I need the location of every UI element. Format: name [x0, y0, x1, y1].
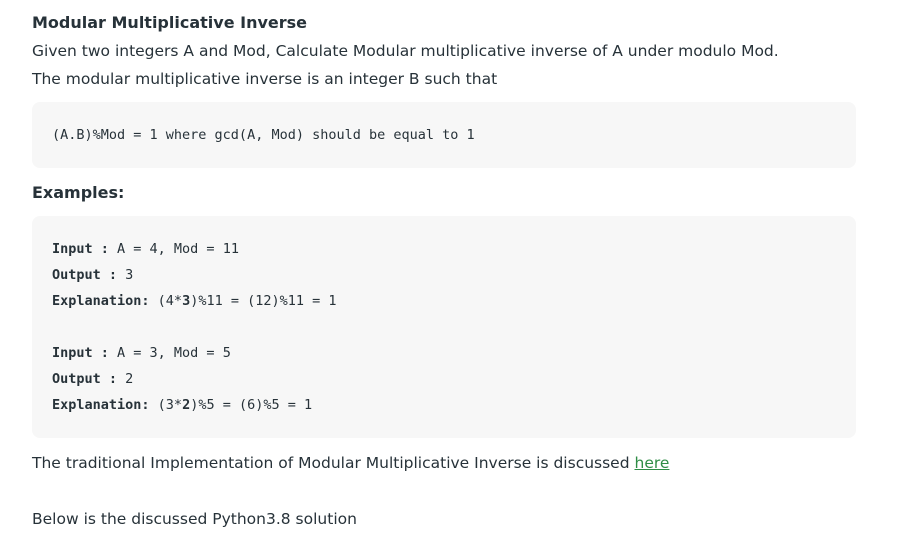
example-1-output: Output : 3: [52, 267, 134, 283]
input-value: A = 4, Mod = 11: [117, 241, 239, 257]
output-label: Output: [52, 371, 101, 387]
example-1-input: Input : A = 4, Mod = 11: [52, 241, 239, 257]
output-value: 3: [125, 267, 134, 283]
here-link[interactable]: here: [635, 454, 670, 472]
example-1-explanation: Explanation: (4*3)%11 = (12)%11 = 1: [52, 293, 337, 309]
output-value: 2: [125, 371, 134, 387]
intro-line-2: The modular multiplicative inverse is an…: [32, 70, 498, 88]
input-label: Input: [52, 241, 93, 257]
solution-intro: Below is the discussed Python3.8 solutio…: [32, 510, 357, 528]
output-label: Output: [52, 267, 101, 283]
input-label: Input: [52, 345, 93, 361]
formula-code-block: (A.B)%Mod = 1 where gcd(A, Mod) should b…: [32, 102, 856, 168]
traditional-paragraph: The traditional Implementation of Modula…: [32, 452, 669, 474]
formula-text: (A.B)%Mod = 1 where gcd(A, Mod) should b…: [52, 127, 475, 143]
article-title: Modular Multiplicative Inverse: [32, 13, 308, 32]
explanation-label: Explanation:: [52, 397, 150, 413]
intro-line-1: Given two integers A and Mod, Calculate …: [32, 42, 779, 60]
explanation-label: Explanation:: [52, 293, 150, 309]
example-2-output: Output : 2: [52, 371, 134, 387]
examples-heading: Examples:: [32, 183, 125, 202]
input-value: A = 3, Mod = 5: [117, 345, 231, 361]
examples-code-block: Input : A = 4, Mod = 11 Output : 3 Expla…: [32, 216, 856, 438]
traditional-text: The traditional Implementation of Modula…: [32, 454, 635, 472]
example-2-explanation: Explanation: (3*2)%5 = (6)%5 = 1: [52, 397, 313, 413]
example-2-input: Input : A = 3, Mod = 5: [52, 345, 231, 361]
